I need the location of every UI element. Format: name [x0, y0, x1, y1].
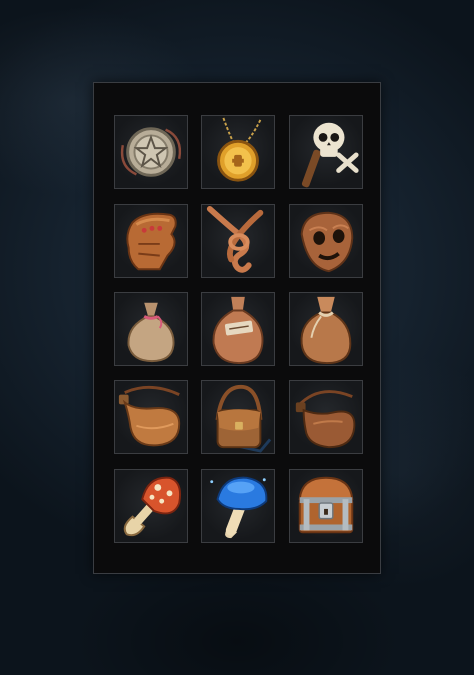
inventory-slot-7[interactable] [114, 292, 188, 366]
wooden-mask-icon [300, 211, 354, 273]
inventory-slot-2[interactable] [201, 115, 275, 189]
water-skin-icon [295, 390, 356, 449]
inventory-panel [93, 82, 381, 574]
leather-flask-icon [118, 385, 181, 447]
labeled-sack-icon [212, 296, 264, 365]
spotted-mushroom-icon [123, 476, 182, 537]
inventory-slot-9[interactable] [289, 292, 363, 366]
inventory-slot-11[interactable] [201, 380, 275, 454]
blue-mushroom-icon [210, 476, 268, 539]
inventory-slot-5[interactable] [201, 204, 275, 278]
gold-pendant-icon [217, 117, 262, 182]
satchel-bag-icon [215, 384, 272, 453]
inventory-slot-12[interactable] [289, 380, 363, 454]
inventory-slot-10[interactable] [114, 380, 188, 454]
treasure-chest-icon [298, 476, 354, 534]
inventory-slot-1[interactable] [114, 115, 188, 189]
leather-glove-icon [126, 212, 177, 271]
inventory-slot-6[interactable] [289, 204, 363, 278]
inventory-slot-14[interactable] [201, 469, 275, 543]
inventory-slot-8[interactable] [201, 292, 275, 366]
star-medallion-icon [120, 127, 182, 177]
rope-knot-icon [206, 205, 264, 273]
inventory-slot-13[interactable] [114, 469, 188, 543]
tied-sack-icon [300, 296, 352, 365]
skull-staff-icon [301, 122, 359, 188]
inventory-slot-15[interactable] [289, 469, 363, 543]
inventory-slot-4[interactable] [114, 204, 188, 278]
small-pouch-icon [127, 302, 175, 363]
inventory-slot-3[interactable] [289, 115, 363, 189]
